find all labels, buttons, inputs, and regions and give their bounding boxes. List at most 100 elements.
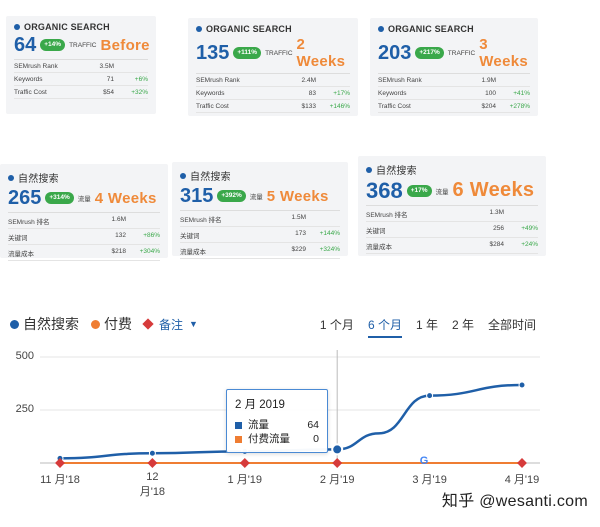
change-badge: +217% (415, 47, 444, 59)
metric-change: +6% (134, 76, 148, 83)
metric-name: 流量成本 (8, 251, 34, 258)
period-label: 5 Weeks (266, 187, 329, 205)
organic-square-icon (235, 421, 242, 429)
metric-value: $218 (111, 248, 126, 255)
x-tick-label: 11 月'18 (40, 474, 80, 486)
tooltip-paid-value: 0 (313, 433, 319, 445)
paid-square-icon (235, 435, 242, 443)
note-marker (517, 458, 527, 468)
card-title: ORGANIC SEARCH (378, 24, 530, 34)
metric-value: 100 (485, 90, 496, 97)
traffic-label: 流量 (249, 194, 263, 201)
metric-value: 1.3M (489, 209, 504, 216)
x-tick-label: 1 月'19 (227, 474, 263, 486)
traffic-value: 135 (196, 42, 230, 64)
metric-change (126, 216, 160, 226)
metric-change (316, 77, 350, 84)
metric-value: $204 (481, 103, 496, 110)
organic-point (518, 381, 526, 389)
metric-change: +324% (319, 246, 340, 253)
metric-value: 2.4M (301, 77, 316, 84)
card-title-text: 自然搜索 (376, 166, 417, 177)
metric-card: ORGANIC SEARCH 64 +14% TRAFFIC Before SE… (6, 16, 156, 114)
x-tick-label: 2 月'19 (319, 474, 355, 486)
metric-row: 关键词 256 +49% (366, 222, 538, 238)
chevron-down-icon: ▼ (189, 319, 198, 329)
period-label: 2 Weeks (296, 36, 346, 70)
metric-value: $229 (291, 246, 306, 253)
metric-name: 关键词 (366, 228, 386, 235)
card-metrics: SEMrush 排名 1.3M 关键词 256 +49% 流量成本 $284 +… (366, 205, 538, 254)
metric-row: SEMrush Rank 1.9M (378, 74, 530, 87)
traffic-label: TRAFFIC (265, 49, 293, 57)
x-tick-label: 12 月'18 (139, 471, 166, 498)
metric-name: 流量成本 (366, 244, 392, 251)
x-tick-label: 3 月'19 (412, 474, 447, 486)
range-tab[interactable]: 2 年 (452, 316, 474, 338)
metric-value: 1.5M (291, 214, 306, 221)
organic-point (426, 392, 434, 400)
traffic-value: 315 (180, 185, 214, 207)
metric-row: Traffic Cost $204 +278% (378, 100, 530, 113)
card-title: 自然搜索 (366, 162, 538, 177)
organic-point (148, 449, 156, 457)
x-tick-label: 4 月'19 (504, 474, 540, 486)
organic-point (331, 443, 344, 456)
change-badge: +17% (406, 184, 432, 197)
metric-row: 流量成本 $229 +324% (180, 243, 340, 259)
metric-value: 71 (106, 76, 114, 83)
traffic-label: 流量 (77, 196, 91, 203)
card-title-text: ORGANIC SEARCH (206, 24, 292, 34)
dot-icon (14, 24, 20, 30)
tooltip-organic-value: 64 (307, 419, 319, 431)
range-tab[interactable]: 1 年 (416, 316, 438, 338)
metric-change (496, 77, 530, 84)
card-title: ORGANIC SEARCH (14, 22, 148, 32)
change-badge: +14% (40, 39, 66, 51)
traffic-label: 流量 (435, 188, 449, 196)
metric-name: 流量成本 (180, 249, 206, 256)
period-label: 4 Weeks (94, 189, 157, 207)
traffic-value: 203 (378, 42, 412, 64)
dot-icon (8, 174, 14, 181)
time-range-tabs: 1 个月 6 个月 1 年 2 年全部时间 (320, 316, 536, 338)
metric-change (504, 209, 538, 219)
range-tab[interactable]: 全部时间 (488, 316, 536, 338)
metric-change: +278% (509, 103, 530, 110)
metric-name: Keywords (378, 90, 407, 97)
dot-icon (378, 26, 384, 32)
metric-row: Traffic Cost $133 +146% (196, 100, 350, 113)
metric-value: $133 (301, 103, 316, 110)
notes-dropdown[interactable]: 备注 ▼ (142, 316, 198, 333)
range-tab[interactable]: 1 个月 (320, 316, 354, 338)
notes-label: 备注 (159, 317, 184, 332)
metric-row: Keywords 71 +6% (14, 73, 148, 86)
metric-row: 关键词 173 +144% (180, 227, 340, 243)
card-headline: 135 +111% TRAFFIC 2 Weeks (196, 36, 350, 70)
metric-change: +144% (319, 230, 340, 237)
metric-row: 关键词 132 +86% (8, 229, 160, 245)
note-marker (239, 458, 250, 468)
metric-change: +86% (143, 232, 160, 239)
tooltip-organic-label: 流量 (248, 419, 269, 431)
dot-icon (196, 26, 202, 32)
range-tab[interactable]: 6 个月 (367, 316, 402, 338)
metric-change: +41% (513, 90, 530, 97)
card-title-text: ORGANIC SEARCH (24, 22, 110, 32)
card-title-text: 自然搜索 (18, 174, 59, 185)
metric-card: ORGANIC SEARCH 135 +111% TRAFFIC 2 Weeks… (188, 18, 358, 116)
chart-legend: 自然搜索 付费 备注 ▼ (10, 314, 210, 334)
metric-name: Keywords (14, 76, 43, 83)
note-diamond-icon (142, 318, 154, 330)
card-title: 自然搜索 (180, 168, 340, 183)
metric-name: 关键词 (180, 233, 200, 240)
note-marker (332, 458, 343, 468)
legend-organic[interactable]: 自然搜索 (10, 314, 79, 334)
tooltip-row-organic: 流量 64 (235, 418, 319, 432)
card-metrics: SEMrush Rank 1.9M Keywords 100 +41% Traf… (378, 73, 530, 113)
legend-paid[interactable]: 付费 (91, 314, 132, 334)
metric-change: +24% (521, 241, 538, 248)
metric-name: SEMrush 排名 (8, 219, 50, 226)
metric-value: 1.6M (111, 216, 126, 223)
metric-value: 3.5M (99, 63, 114, 70)
